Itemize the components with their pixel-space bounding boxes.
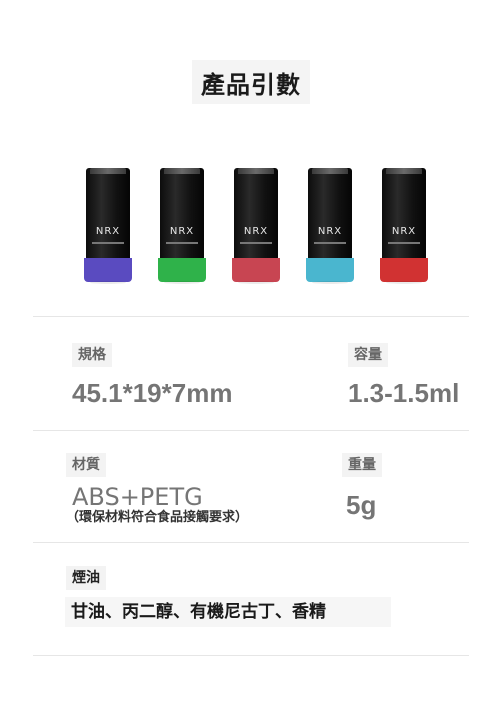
product-lineup: NRX NRX NRX NRX NRX <box>0 0 500 300</box>
pod-shadow <box>164 281 200 284</box>
pod-brand: NRX <box>243 226 269 237</box>
pod-cap <box>308 168 352 258</box>
pod-shadow <box>238 281 274 284</box>
pod-brand: NRX <box>391 226 417 237</box>
divider <box>33 316 469 317</box>
weight-label: 重量 <box>342 453 382 477</box>
pod-cap <box>382 168 426 258</box>
product-pod: NRX <box>158 168 206 284</box>
pod-brand: NRX <box>95 226 121 237</box>
divider <box>33 655 469 656</box>
material-note: （環保材料符合食品接觸要求） <box>66 510 249 525</box>
pod-fine-print <box>240 242 272 244</box>
material-label: 材質 <box>66 453 106 477</box>
product-pod: NRX <box>232 168 280 284</box>
divider <box>33 430 469 431</box>
material-value: ABS+PETG <box>72 483 203 511</box>
pod-shadow <box>90 281 126 284</box>
pod-fine-print <box>166 242 198 244</box>
oil-value: 甘油、丙二醇、有機尼古丁、香精 <box>65 597 391 627</box>
pod-shadow <box>312 281 348 284</box>
capacity-value: 1.3-1.5ml <box>348 378 460 408</box>
product-pod: NRX <box>306 168 354 284</box>
pod-fine-print <box>314 242 346 244</box>
pod-base <box>306 258 354 282</box>
pod-brand: NRX <box>169 226 195 237</box>
pod-base <box>158 258 206 282</box>
size-label: 規格 <box>72 343 112 367</box>
capacity-label: 容量 <box>348 343 388 367</box>
divider <box>33 542 469 543</box>
pod-cap <box>234 168 278 258</box>
pod-fine-print <box>92 242 124 244</box>
product-pod: NRX <box>380 168 428 284</box>
size-value: 45.1*19*7mm <box>72 378 233 408</box>
pod-cap <box>86 168 130 258</box>
oil-label: 煙油 <box>66 566 106 590</box>
pod-fine-print <box>388 242 420 244</box>
product-pod: NRX <box>84 168 132 284</box>
pod-base <box>380 258 428 282</box>
pod-base <box>84 258 132 282</box>
pod-base <box>232 258 280 282</box>
pod-shadow <box>386 281 422 284</box>
pod-brand: NRX <box>317 226 343 237</box>
pod-cap <box>160 168 204 258</box>
weight-value: 5g <box>346 490 377 520</box>
